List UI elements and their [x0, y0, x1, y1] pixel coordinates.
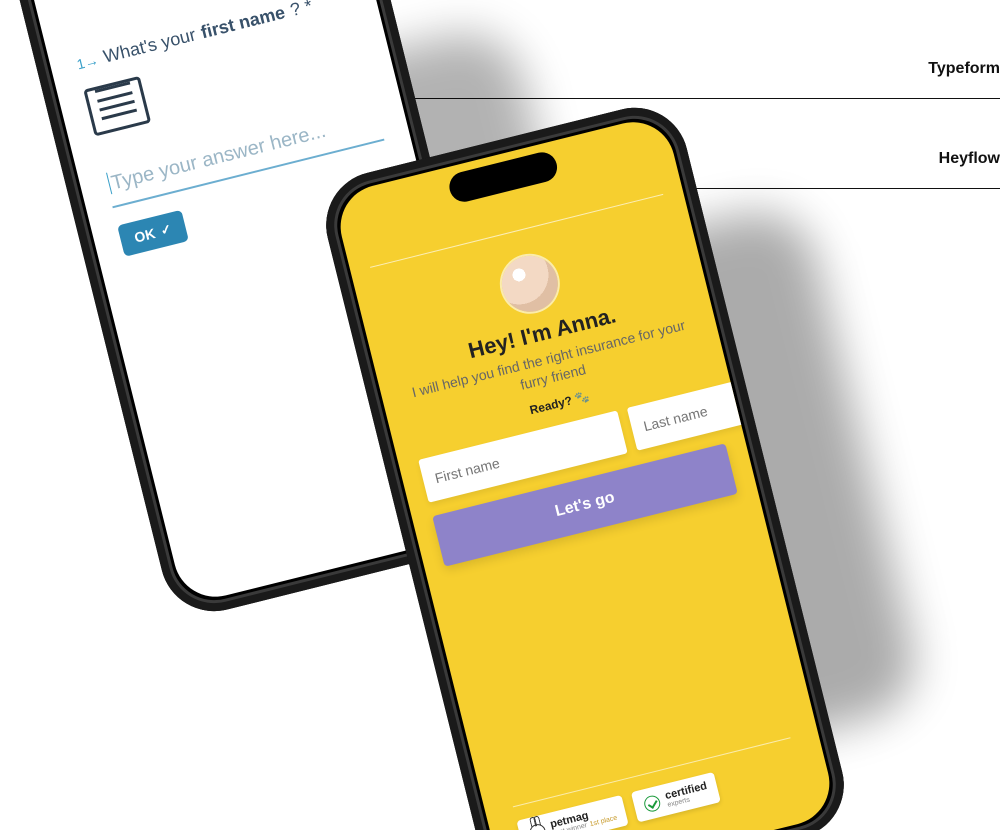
badge-certified: certified experts [631, 772, 721, 823]
divider [650, 188, 1000, 189]
paw-icon: 🐾 [573, 389, 591, 406]
text-icon [83, 76, 151, 137]
question-number: 1→ [75, 52, 100, 73]
label-typeform: Typeform [928, 60, 1000, 78]
ok-button[interactable]: OK ✓ [117, 210, 189, 257]
divider [370, 194, 663, 268]
badge-petmag: petmag Test winner1st place [516, 795, 629, 830]
check-icon: ✓ [159, 221, 173, 239]
label-heyflow: Heyflow [939, 150, 1000, 168]
check-circle-icon [643, 793, 662, 812]
bunny-icon [528, 822, 547, 830]
question-text: 1→ What's your first name? * [74, 0, 351, 74]
avatar [496, 250, 564, 318]
